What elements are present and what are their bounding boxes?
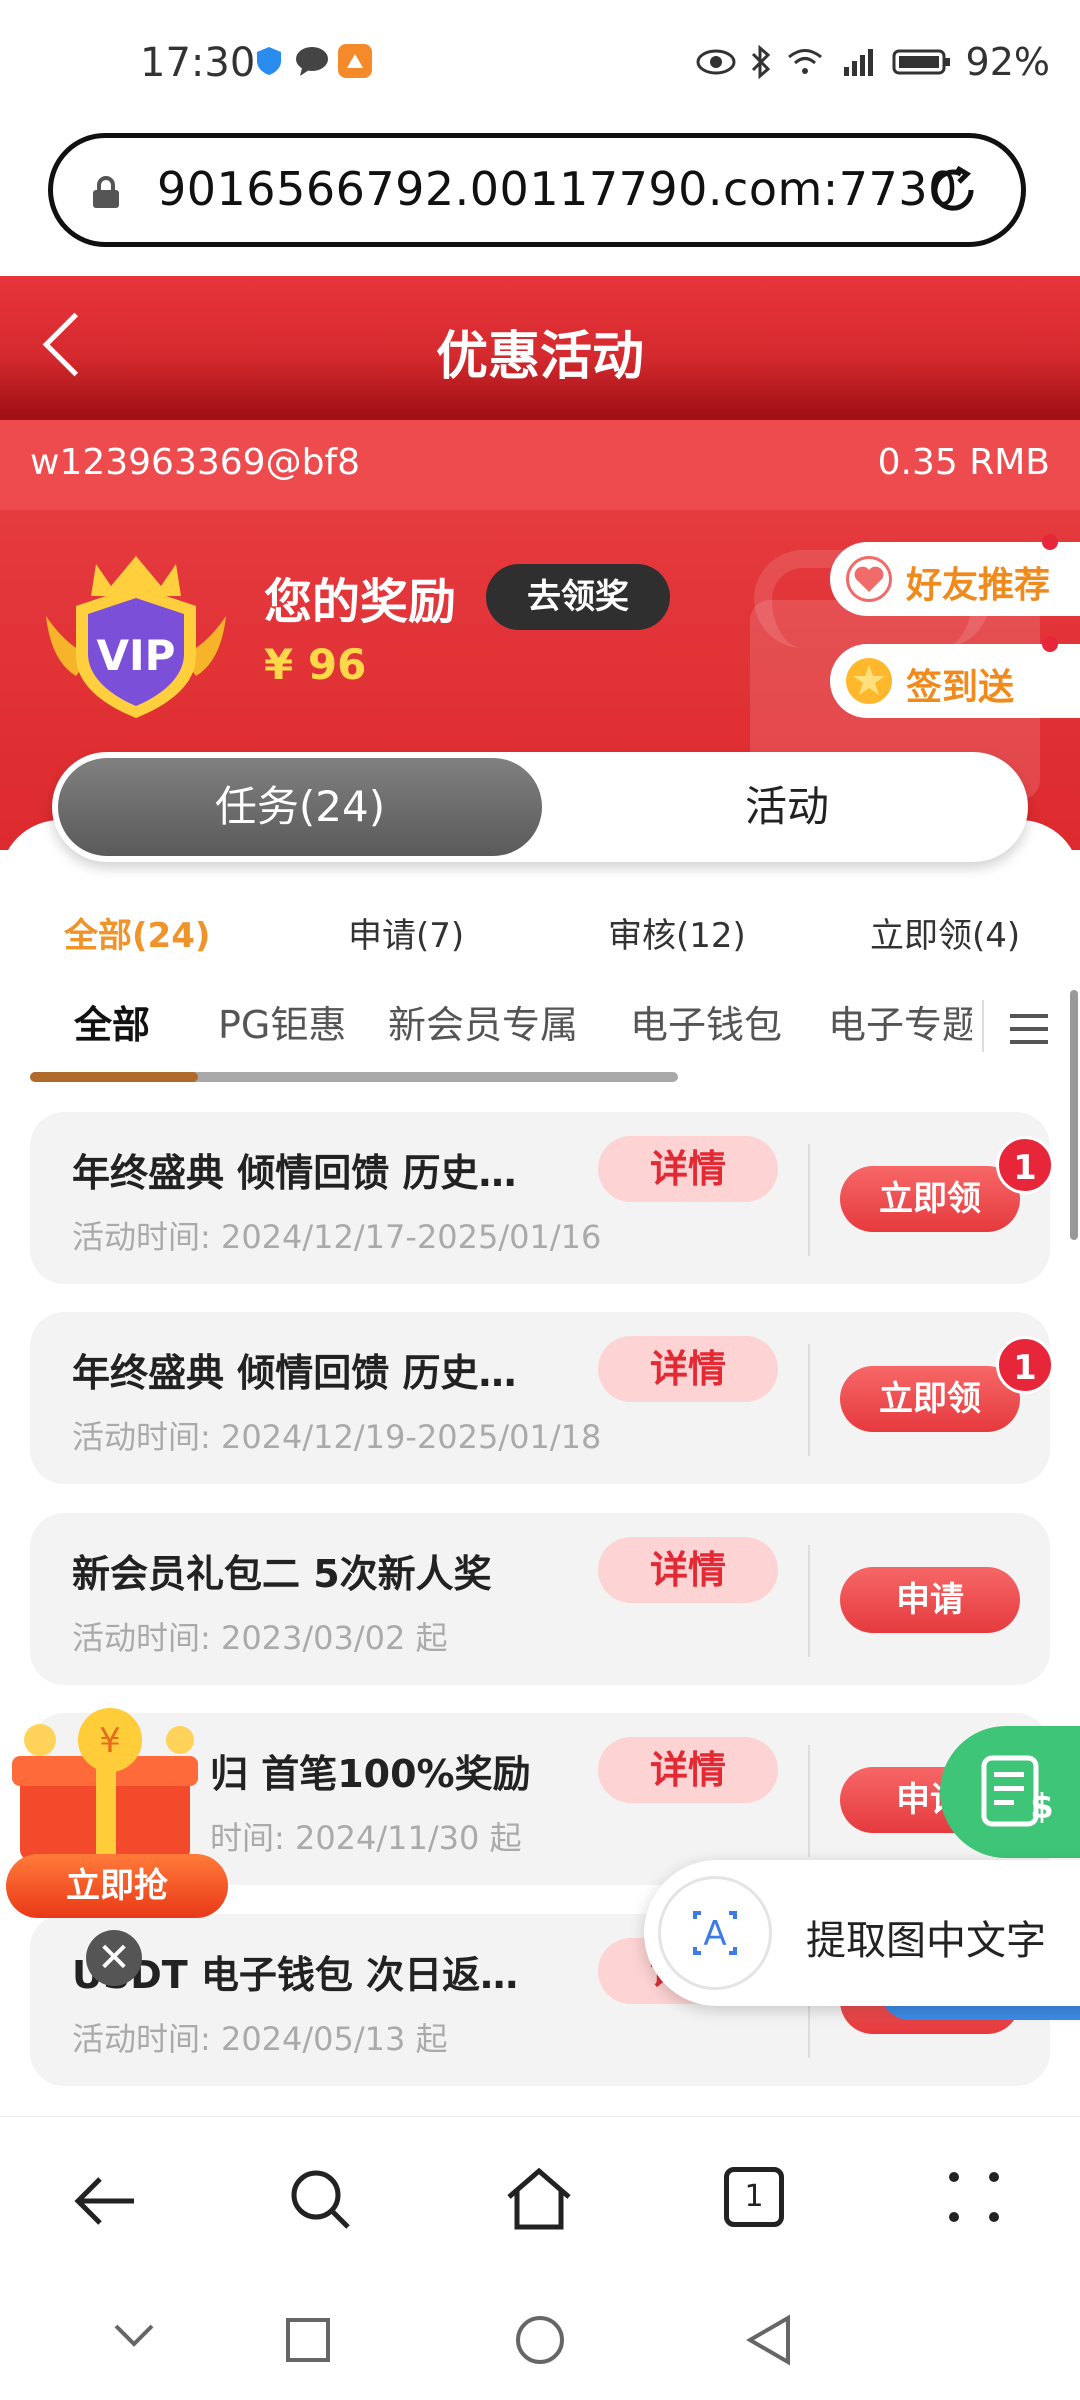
url-text[interactable]: 9016566792.00117790.com:7730	[157, 162, 958, 216]
battery-percent: 92%	[965, 40, 1050, 84]
username: w123963369@bf8	[30, 442, 361, 483]
detail-button[interactable]: 详情	[598, 1737, 778, 1803]
lock-icon	[91, 176, 121, 208]
status-subtabs: 全部(24) 申请(7) 审核(12) 立即领(4)	[0, 908, 1080, 968]
tab-tasks[interactable]: 任务(24)	[58, 758, 542, 856]
close-icon[interactable]: ✕	[86, 1930, 142, 1986]
ocr-label: 提取图中文字	[806, 1918, 1046, 1964]
browser-toolbar: 1	[0, 2116, 1080, 2287]
detail-button[interactable]: 详情	[598, 1537, 778, 1603]
row-divider	[808, 1144, 810, 1256]
count-badge: 1	[996, 1336, 1054, 1394]
svg-text:¥: ¥	[99, 1721, 121, 1761]
claim-reward-button[interactable]: 去领奖	[486, 564, 670, 630]
recents-icon[interactable]	[284, 2316, 332, 2368]
text-extract-icon: A	[658, 1876, 772, 1990]
page-scrollbar[interactable]	[1070, 990, 1078, 1240]
system-nav-bar	[0, 2286, 1080, 2400]
home-icon[interactable]	[504, 2165, 574, 2235]
svg-text:A: A	[703, 1914, 726, 1954]
menu-icon[interactable]	[1010, 1010, 1048, 1048]
activity-row: 年终盛典 倾情回馈 历史… 活动时间: 2024/12/17-2025/01/1…	[30, 1112, 1054, 1284]
more-icon[interactable]	[944, 2167, 1004, 2231]
shield-icon	[252, 44, 286, 78]
chevron-down-icon[interactable]	[112, 2320, 156, 2354]
friend-referral-button[interactable]: 好友推荐	[830, 534, 1080, 616]
svg-text:VIP: VIP	[97, 631, 176, 680]
detail-button[interactable]: 详情	[598, 1336, 778, 1402]
address-bar[interactable]: 9016566792.00117790.com:7730	[48, 133, 1026, 247]
wifi-icon	[787, 49, 822, 74]
row-divider	[808, 1545, 810, 1657]
row-divider	[808, 1344, 810, 1456]
activity-name: 年终盛典 倾情回馈 历史…	[72, 1351, 517, 1395]
chat-icon	[294, 44, 328, 78]
category-scroll-indicator	[30, 1072, 198, 1082]
balance: 0.35 RMB	[877, 442, 1050, 483]
activity-name: 新会员礼包二 5次新人奖	[72, 1552, 492, 1596]
account-bar: w123963369@bf8 0.35 RMB	[0, 420, 1080, 510]
checkin-label: 签到送	[906, 667, 1015, 708]
subtab-all[interactable]: 全部(24)	[64, 908, 210, 957]
activity-row: 年终盛典 倾情回馈 历史… 活动时间: 2024/12/19-2025/01/1…	[30, 1312, 1054, 1484]
friend-referral-label: 好友推荐	[906, 565, 1051, 606]
search-icon[interactable]	[288, 2167, 354, 2237]
claim-now-button[interactable]: 立即领	[840, 1166, 1020, 1232]
status-time: 17:30	[140, 40, 256, 86]
claim-now-button[interactable]: 立即领	[840, 1366, 1020, 1432]
reward-title: 您的奖励	[264, 574, 457, 630]
page-title: 优惠活动	[435, 327, 644, 387]
app-icon	[338, 44, 372, 78]
grab-now-button[interactable]: 立即抢	[6, 1854, 228, 1918]
activity-time: 活动时间: 2024/12/17-2025/01/16	[72, 1218, 602, 1256]
activity-name: 年终盛典 倾情回馈 历史…	[72, 1151, 517, 1195]
activity-time: 时间: 2024/11/30 起	[210, 1819, 522, 1857]
tab-activities[interactable]: 活动	[552, 758, 1022, 856]
bluetooth-icon	[751, 45, 770, 79]
activity-time: 活动时间: 2024/12/19-2025/01/18	[72, 1418, 602, 1456]
detail-button[interactable]: 详情	[598, 1136, 778, 1202]
activity-time: 活动时间: 2023/03/02 起	[72, 1619, 448, 1657]
signal-icon	[843, 49, 873, 76]
category-ewallet[interactable]: 电子钱包	[630, 994, 782, 1049]
star-icon	[846, 658, 892, 704]
battery-icon	[892, 49, 950, 75]
row-divider	[808, 1745, 810, 1857]
svg-text:$: $	[1030, 1787, 1054, 1827]
checkin-button[interactable]: 签到送	[830, 636, 1080, 718]
count-badge: 1	[996, 1136, 1054, 1194]
subtab-review[interactable]: 审核(12)	[608, 908, 746, 957]
notification-dot	[1042, 636, 1058, 652]
float-service-button[interactable]: $	[940, 1726, 1080, 1858]
status-right: 92%	[696, 40, 1050, 84]
back-icon[interactable]	[72, 2171, 140, 2235]
main-toggle: 任务(24) 活动	[52, 752, 1028, 862]
heart-icon	[846, 556, 892, 602]
activity-row: 新会员礼包二 5次新人奖 活动时间: 2023/03/02 起 详情 申请	[30, 1513, 1050, 1685]
tabs-icon[interactable]: 1	[724, 2167, 784, 2227]
vip-badge-icon: VIP	[36, 546, 236, 726]
activity-name: 归 首笔100%奖励	[210, 1752, 531, 1796]
category-all[interactable]: 全部	[74, 994, 150, 1049]
reward-amount: ¥ 96	[264, 640, 367, 689]
category-tabs: 全部 PG钜惠 新会员专属 电子钱包 电子专题	[0, 994, 1080, 1064]
subtab-claim[interactable]: 立即领(4)	[870, 908, 1020, 957]
category-divider	[982, 1000, 984, 1052]
home-circle-icon[interactable]	[514, 2314, 566, 2370]
back-triangle-icon[interactable]	[744, 2314, 794, 2370]
bill-icon: $	[978, 1752, 1058, 1832]
category-pg[interactable]: PG钜惠	[218, 994, 346, 1049]
subtab-apply[interactable]: 申请(7)	[348, 908, 464, 957]
page-header: 优惠活动	[0, 276, 1080, 420]
category-electronic[interactable]: 电子专题	[828, 994, 980, 1049]
activity-time: 活动时间: 2024/05/13 起	[72, 2020, 448, 2058]
category-new-member[interactable]: 新会员专属	[388, 994, 578, 1049]
apply-button[interactable]: 申请	[840, 1567, 1020, 1633]
notification-dot	[1042, 534, 1058, 550]
eye-icon	[696, 49, 736, 75]
status-bar: 17:30 92%	[0, 0, 1080, 130]
reload-icon[interactable]	[925, 162, 981, 218]
ocr-float-button[interactable]: A 提取图中文字	[644, 1860, 1080, 2006]
